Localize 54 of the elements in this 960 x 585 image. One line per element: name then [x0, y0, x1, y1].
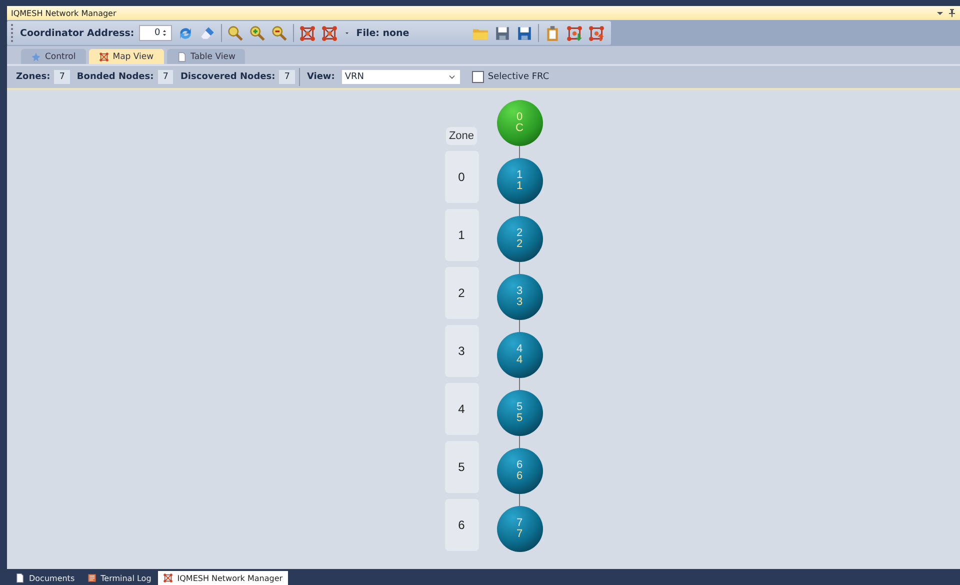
zone-label: 0 — [444, 151, 478, 203]
dropdown-icon[interactable] — [936, 9, 944, 17]
zones-label: Zones: — [16, 72, 50, 82]
network-icon — [163, 573, 174, 583]
zone-label: 3 — [444, 325, 478, 377]
checkbox[interactable] — [472, 71, 484, 83]
zoom-in-icon[interactable] — [249, 24, 266, 42]
pane-title: IQMESH Network Manager — [11, 8, 116, 18]
network-node[interactable]: 4 4 — [496, 332, 542, 378]
tab[interactable]: IQMESH Network Manager — [158, 571, 288, 585]
zoom-out-icon[interactable] — [271, 24, 288, 42]
tab[interactable]: Map View — [88, 49, 164, 64]
network-node[interactable]: 3 3 — [496, 274, 542, 320]
document-icon — [176, 52, 187, 62]
network-icon[interactable] — [299, 24, 316, 42]
discovered-nodes-label: Discovered Nodes: — [180, 72, 276, 82]
network-node[interactable]: 2 2 — [496, 216, 542, 262]
zone-header: Zone — [446, 127, 478, 145]
checkbox-label: Selective FRC — [488, 72, 550, 82]
address-spinner[interactable]: 0 — [139, 25, 172, 41]
zone-label: 1 — [444, 209, 478, 261]
view-label: View: — [306, 72, 335, 82]
eraser-icon[interactable] — [199, 24, 216, 42]
zone-label: 4 — [444, 383, 478, 435]
zones-count: 7 — [54, 70, 70, 84]
zone-label: 6 — [444, 499, 478, 551]
address-label: Coordinator Address: — [20, 28, 134, 38]
network-node[interactable]: 1 1 — [496, 158, 542, 204]
network-icon[interactable] — [321, 24, 338, 42]
network-node[interactable]: 6 6 — [496, 448, 542, 494]
clipboard-icon[interactable] — [544, 24, 561, 42]
document-icon — [15, 573, 25, 583]
magnifier-icon[interactable] — [227, 24, 244, 42]
network-node[interactable]: 5 5 — [496, 390, 542, 436]
network-icon[interactable] — [588, 24, 605, 42]
zone-label: 2 — [444, 267, 478, 319]
save-as-icon[interactable] — [516, 24, 533, 42]
network-node[interactable]: 7 7 — [496, 506, 542, 552]
tab[interactable]: Terminal Log — [82, 571, 156, 585]
control-icon — [31, 52, 41, 62]
zone-label: 5 — [444, 441, 478, 493]
view-dropdown[interactable]: VRN — [342, 70, 460, 84]
file-label: File: none — [356, 28, 410, 38]
network-icon — [98, 52, 109, 62]
tab[interactable]: Documents — [10, 571, 80, 585]
log-icon — [86, 573, 97, 583]
pin-icon[interactable] — [948, 9, 956, 17]
save-icon[interactable] — [494, 24, 511, 42]
bonded-nodes-label: Bonded Nodes: — [76, 72, 154, 82]
tab[interactable]: Table View — [166, 49, 246, 64]
discovered-nodes-count: 7 — [279, 70, 295, 84]
tab[interactable]: Control — [21, 49, 86, 64]
bonded-nodes-count: 7 — [158, 70, 174, 84]
network-icon[interactable] — [566, 24, 583, 42]
